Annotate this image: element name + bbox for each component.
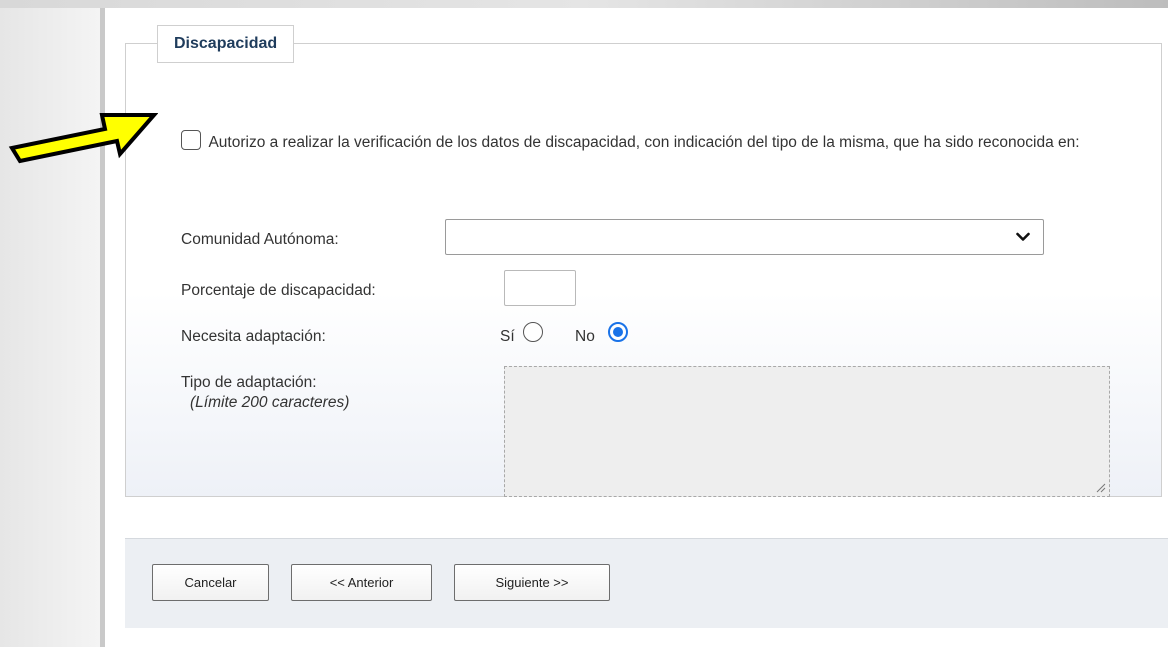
porcentaje-label: Porcentaje de discapacidad:: [181, 282, 376, 299]
top-bar: [0, 0, 1168, 8]
comunidad-label: Comunidad Autónoma:: [181, 231, 339, 248]
section-legend: Discapacidad: [157, 25, 295, 63]
radio-si-label: Sí: [500, 328, 515, 345]
porcentaje-input[interactable]: [504, 270, 576, 306]
chevron-down-icon: [1016, 232, 1030, 241]
button-bar: Cancelar << Anterior Siguiente >>: [125, 538, 1168, 628]
yellow-arrow-icon: [8, 113, 158, 164]
resize-grip-icon[interactable]: [1094, 481, 1106, 493]
radio-si[interactable]: [523, 322, 543, 342]
consent-checkbox[interactable]: [181, 130, 201, 150]
radio-no[interactable]: [608, 322, 628, 342]
tipo-label: Tipo de adaptación:: [181, 374, 317, 391]
radio-no-label: No: [575, 328, 595, 345]
consent-row: Autorizo a realizar la verificación de l…: [181, 130, 1161, 155]
consent-text: Autorizo a realizar la verificación de l…: [208, 134, 1080, 151]
cancel-button[interactable]: Cancelar: [152, 564, 269, 601]
adaptacion-label: Necesita adaptación:: [181, 328, 326, 345]
previous-button[interactable]: << Anterior: [291, 564, 432, 601]
disability-fieldset: Autorizo a realizar la verificación de l…: [125, 43, 1162, 497]
comunidad-select[interactable]: [445, 219, 1044, 255]
tipo-hint: (Límite 200 caracteres): [190, 394, 350, 411]
next-button[interactable]: Siguiente >>: [454, 564, 610, 601]
form-page: Autorizo a realizar la verificación de l…: [100, 8, 1168, 647]
tipo-textarea[interactable]: [504, 366, 1110, 497]
